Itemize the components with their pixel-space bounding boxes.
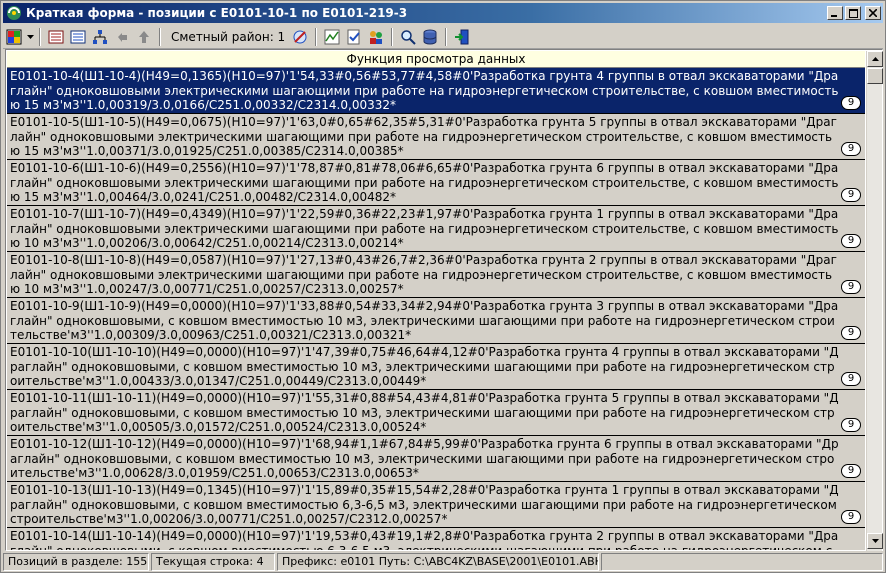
- toolbar-separator: [315, 27, 318, 46]
- list-item-text: E0101-10-11(Ш1-10-11)(H49=0,0000)(H10=97…: [10, 391, 839, 434]
- vertical-scrollbar[interactable]: [866, 51, 883, 551]
- search-button[interactable]: [397, 26, 419, 48]
- list-item-text: E0101-10-14(Ш1-10-14)(H49=0,0000)(H10=97…: [10, 529, 839, 550]
- list-item-text: E0101-10-6(Ш1-10-6)(H49=0,2556)(H10=97)'…: [10, 161, 839, 204]
- list-item[interactable]: E0101-10-5(Ш1-10-5)(H49=0,0675)(H10=97)'…: [7, 114, 865, 160]
- close-icon: [869, 9, 877, 17]
- chart-button[interactable]: [321, 26, 343, 48]
- list-item[interactable]: E0101-10-10(Ш1-10-10)(H49=0,0000)(H10=97…: [7, 344, 865, 390]
- list-item[interactable]: E0101-10-14(Ш1-10-14)(H49=0,0000)(H10=97…: [7, 528, 865, 550]
- row-count-badge[interactable]: 9: [841, 372, 861, 386]
- tree-view-button[interactable]: [89, 26, 111, 48]
- minimize-button[interactable]: [827, 6, 843, 20]
- row-count-badge[interactable]: 9: [841, 142, 861, 156]
- list-item-text: E0101-10-9(Ш1-10-9)(H49=0,0000)(H10=97)'…: [10, 299, 839, 342]
- list-item-text: E0101-10-7(Ш1-10-7)(H49=0,4349)(H10=97)'…: [10, 207, 839, 250]
- list-item[interactable]: E0101-10-8(Ш1-10-8)(H49=0,0587)(H10=97)'…: [7, 252, 865, 298]
- document-check-icon: [347, 29, 360, 44]
- row-count-badge[interactable]: 9: [841, 418, 861, 432]
- list-item[interactable]: E0101-10-4(Ш1-10-4)(H49=0,1365)(H10=97)'…: [7, 68, 865, 114]
- list-item[interactable]: E0101-10-9(Ш1-10-9)(H49=0,0000)(H10=97)'…: [7, 298, 865, 344]
- list-item[interactable]: E0101-10-13(Ш1-10-13)(H49=0,1345)(H10=97…: [7, 482, 865, 528]
- region-select-button[interactable]: [289, 26, 311, 48]
- list-item-text: E0101-10-5(Ш1-10-5)(H49=0,0675)(H10=97)'…: [10, 115, 837, 158]
- palette-icon: [6, 29, 22, 44]
- row-count-badge[interactable]: 9: [841, 464, 861, 478]
- undo-arrow-icon: [118, 32, 127, 42]
- list-item[interactable]: E0101-10-12(Ш1-10-12)(H49=0,0000)(H10=97…: [7, 436, 865, 482]
- list-item[interactable]: E0101-10-11(Ш1-10-11)(H49=0,0000)(H10=97…: [7, 390, 865, 436]
- palette-button[interactable]: [3, 26, 25, 48]
- maximize-button[interactable]: [845, 6, 861, 20]
- row-count-badge[interactable]: 9: [841, 326, 861, 340]
- exit-door-icon: [455, 29, 469, 44]
- minimize-icon: [831, 15, 837, 17]
- toolbar-separator: [445, 27, 448, 46]
- status-positions: Позиций в разделе: 1552: [3, 553, 149, 571]
- region-label: Сметный район: 1: [171, 29, 286, 44]
- list-item-text: E0101-10-8(Ш1-10-8)(H49=0,0587)(H10=97)'…: [10, 253, 837, 296]
- tree-icon: [93, 29, 107, 44]
- exit-button[interactable]: [451, 26, 473, 48]
- document-check-button[interactable]: [343, 26, 365, 48]
- arrow-up-icon: [139, 30, 149, 43]
- list-item-text: E0101-10-4(Ш1-10-4)(H49=0,1365)(H10=97)'…: [10, 69, 839, 112]
- row-count-badge[interactable]: 9: [841, 188, 861, 202]
- database-button[interactable]: [419, 26, 441, 48]
- status-extra: [601, 553, 883, 571]
- app-icon: [6, 5, 22, 21]
- data-view-panel: Функция просмотра данных E0101-10-4(Ш1-1…: [5, 49, 883, 551]
- list-view-button[interactable]: [45, 26, 67, 48]
- toolbar: Сметный район: 1: [3, 25, 883, 49]
- list-item[interactable]: E0101-10-7(Ш1-10-7)(H49=0,4349)(H10=97)'…: [7, 206, 865, 252]
- palette-dropdown-button[interactable]: [25, 26, 35, 48]
- list-item[interactable]: E0101-10-6(Ш1-10-6)(H49=0,2556)(H10=97)'…: [7, 160, 865, 206]
- maximize-icon: [848, 8, 858, 18]
- toolbar-separator: [159, 27, 161, 46]
- list-item-text: E0101-10-13(Ш1-10-13)(H49=0,1345)(H10=97…: [10, 483, 839, 526]
- row-count-badge[interactable]: 9: [841, 280, 861, 294]
- region-pin-icon: [293, 30, 307, 43]
- people-button[interactable]: [365, 26, 387, 48]
- arrow-down-small-icon: [871, 539, 879, 543]
- chart-icon: [324, 29, 340, 44]
- record-list[interactable]: E0101-10-4(Ш1-10-4)(H49=0,1365)(H10=97)'…: [7, 68, 865, 550]
- list-item-text: E0101-10-12(Ш1-10-12)(H49=0,0000)(H10=97…: [10, 437, 839, 480]
- scroll-down-button[interactable]: [867, 533, 883, 549]
- window-title: Краткая форма - позиции с E0101-10-1 по …: [26, 6, 408, 20]
- panel-header: Функция просмотра данных: [7, 51, 865, 68]
- chevron-down-icon: [26, 34, 34, 39]
- details-view-icon: [70, 30, 86, 43]
- list-view-icon: [48, 30, 64, 43]
- people-icon: [370, 30, 383, 44]
- search-icon: [401, 29, 416, 45]
- back-button[interactable]: [111, 26, 133, 48]
- up-button[interactable]: [133, 26, 155, 48]
- close-button[interactable]: [865, 6, 881, 20]
- toolbar-separator: [39, 27, 41, 46]
- status-current-row: Текущая строка: 4: [151, 553, 275, 571]
- details-view-button[interactable]: [67, 26, 89, 48]
- status-bar: Позиций в разделе: 1552 Текущая строка: …: [3, 553, 883, 571]
- scroll-thumb[interactable]: [867, 68, 883, 84]
- title-bar[interactable]: Краткая форма - позиции с E0101-10-1 по …: [3, 3, 883, 23]
- status-prefix-path: Префикс: e0101 Путь: C:\ABC4KZ\BASE\2001…: [277, 553, 599, 571]
- scroll-up-button[interactable]: [867, 51, 883, 67]
- database-icon: [423, 29, 437, 44]
- main-window: Краткая форма - позиции с E0101-10-1 по …: [0, 0, 886, 573]
- row-count-badge[interactable]: 9: [841, 234, 861, 248]
- arrow-up-small-icon: [871, 57, 879, 61]
- row-count-badge[interactable]: 9: [841, 510, 861, 524]
- toolbar-separator: [391, 27, 394, 46]
- list-item-text: E0101-10-10(Ш1-10-10)(H49=0,0000)(H10=97…: [10, 345, 839, 388]
- row-count-badge[interactable]: 9: [841, 96, 861, 110]
